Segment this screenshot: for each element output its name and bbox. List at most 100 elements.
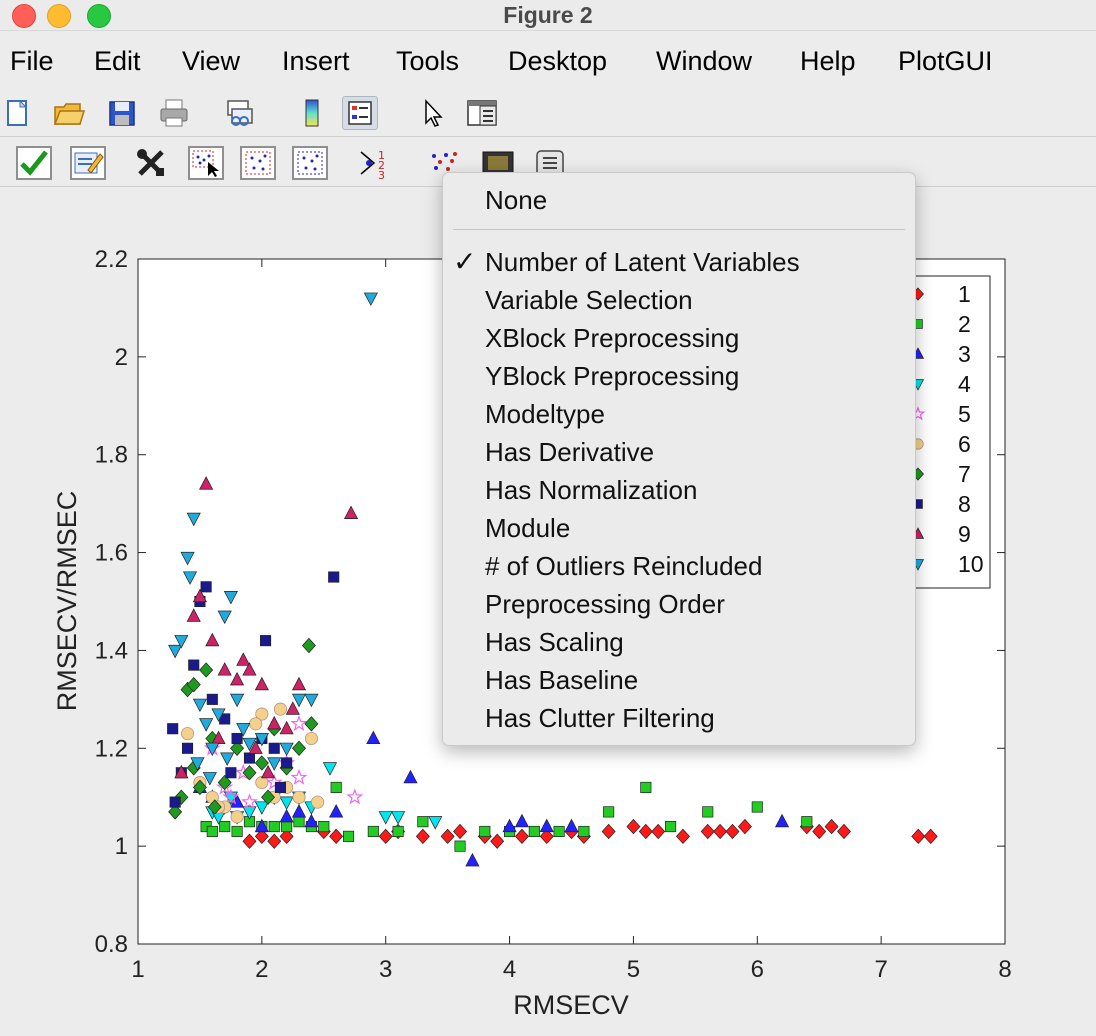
- data-point-series-8[interactable]: [260, 635, 272, 647]
- tools-icon[interactable]: [134, 146, 170, 180]
- menu-tools[interactable]: Tools: [396, 46, 459, 77]
- dropdown-item-xblock-preprocessing[interactable]: XBlock Preprocessing: [485, 323, 739, 354]
- new-figure-icon[interactable]: [0, 96, 36, 130]
- y-tick-label: 2.2: [95, 246, 128, 273]
- data-point-series-8[interactable]: [200, 581, 212, 593]
- dropdown-item-has-derivative[interactable]: Has Derivative: [485, 437, 654, 468]
- data-point-series-2[interactable]: [702, 806, 714, 818]
- data-point-series-2[interactable]: [367, 825, 379, 838]
- colorbar-icon[interactable]: [294, 96, 330, 130]
- data-point-series-6[interactable]: [273, 702, 287, 716]
- data-point-series-2[interactable]: [603, 806, 615, 818]
- x-tick-label: 6: [751, 956, 764, 983]
- sample-numbering-icon[interactable]: 123: [358, 146, 394, 180]
- data-point-series-2[interactable]: [528, 825, 540, 838]
- data-point-series-2[interactable]: [343, 830, 355, 842]
- legend-label: 5: [958, 401, 971, 427]
- print-icon[interactable]: [156, 96, 192, 130]
- x-tick-label: 3: [379, 956, 392, 983]
- data-point-series-6[interactable]: [249, 717, 263, 731]
- data-point-series-8[interactable]: [188, 659, 200, 671]
- x-tick-label: 5: [627, 956, 640, 983]
- data-point-series-2[interactable]: [293, 816, 305, 828]
- select-points-icon[interactable]: [188, 146, 224, 180]
- legend-label: 2: [958, 311, 971, 337]
- data-point-series-6[interactable]: [311, 795, 325, 809]
- y-axis-label: RMSECV/RMSEC: [52, 491, 82, 712]
- data-point-series-2[interactable]: [268, 821, 280, 833]
- data-point-series-6[interactable]: [292, 790, 306, 804]
- legend-toggle-icon[interactable]: [342, 96, 378, 130]
- dropdown-item-none[interactable]: None: [485, 185, 547, 216]
- data-point-series-2[interactable]: [640, 781, 652, 793]
- deselect-points-icon[interactable]: [292, 146, 328, 180]
- x-tick-label: 7: [874, 956, 887, 983]
- data-point-series-2[interactable]: [281, 821, 293, 833]
- data-point-series-2[interactable]: [578, 825, 590, 838]
- data-point-series-8[interactable]: [231, 732, 243, 745]
- dropdown-item-has-scaling[interactable]: Has Scaling: [485, 627, 624, 658]
- menu-view[interactable]: View: [182, 46, 240, 77]
- data-point-series-8[interactable]: [243, 752, 256, 764]
- menu-insert[interactable]: Insert: [282, 46, 350, 77]
- dropdown-item-outliers-reincluded[interactable]: # of Outliers Reincluded: [485, 551, 762, 582]
- data-point-series-8[interactable]: [181, 742, 194, 754]
- data-point-series-2[interactable]: [665, 821, 677, 833]
- dropdown-item-yblock-preprocessing[interactable]: YBlock Preprocessing: [485, 361, 739, 392]
- dropdown-item-has-clutter-filtering[interactable]: Has Clutter Filtering: [485, 703, 715, 734]
- property-editor-icon[interactable]: [464, 96, 500, 130]
- data-point-series-6[interactable]: [304, 731, 318, 746]
- pointer-icon[interactable]: [414, 96, 450, 130]
- data-point-series-2[interactable]: [479, 825, 491, 838]
- dropdown-item-has-normalization[interactable]: Has Normalization: [485, 475, 697, 506]
- data-point-series-2[interactable]: [231, 825, 243, 838]
- data-point-series-2[interactable]: [751, 801, 763, 813]
- menu-file[interactable]: File: [10, 46, 54, 77]
- save-icon[interactable]: [104, 96, 140, 130]
- dropdown-item-module[interactable]: Module: [485, 513, 570, 544]
- data-point-series-2[interactable]: [417, 816, 429, 828]
- select-region-icon[interactable]: [240, 146, 276, 180]
- legend-label: 4: [958, 371, 971, 397]
- window-title: Figure 2: [503, 2, 593, 28]
- data-point-series-8[interactable]: [169, 796, 181, 808]
- data-point-series-2[interactable]: [206, 825, 218, 838]
- data-point-series-2[interactable]: [553, 825, 565, 838]
- data-point-series-2[interactable]: [801, 816, 813, 828]
- data-point-series-2[interactable]: [330, 781, 342, 793]
- legend-label: 3: [958, 341, 971, 367]
- open-file-icon[interactable]: [50, 96, 86, 130]
- edit-data-icon[interactable]: [70, 146, 106, 180]
- menu-desktop[interactable]: Desktop: [508, 46, 607, 77]
- menu-edit[interactable]: Edit: [94, 46, 141, 77]
- dropdown-item-latent-variables[interactable]: Number of Latent Variables: [485, 247, 800, 278]
- y-tick-label: 1.8: [95, 442, 128, 469]
- dropdown-item-variable-selection[interactable]: Variable Selection: [485, 285, 693, 316]
- data-point-series-2[interactable]: [219, 821, 231, 833]
- menu-help[interactable]: Help: [800, 46, 856, 77]
- data-point-series-2[interactable]: [454, 840, 466, 852]
- y-tick-label: 1: [115, 833, 128, 860]
- data-point-series-8[interactable]: [274, 781, 286, 793]
- data-point-series-2[interactable]: [318, 821, 330, 833]
- data-point-series-6[interactable]: [181, 727, 195, 741]
- dropdown-item-preprocessing-order[interactable]: Preprocessing Order: [485, 589, 725, 620]
- link-plot-icon[interactable]: [222, 96, 258, 130]
- x-axis-label: RMSECV: [513, 990, 629, 1020]
- data-point-series-8[interactable]: [281, 757, 293, 769]
- color-by-dropdown-menu: None ✓ Number of Latent Variables Variab…: [442, 172, 916, 746]
- title-bar: Figure 2: [0, 0, 1096, 31]
- menu-window[interactable]: Window: [656, 46, 752, 77]
- data-point-series-6[interactable]: [230, 810, 244, 824]
- data-point-series-8[interactable]: [206, 693, 218, 705]
- data-point-series-8[interactable]: [167, 723, 179, 735]
- data-point-series-8[interactable]: [328, 571, 340, 583]
- dropdown-item-has-baseline[interactable]: Has Baseline: [485, 665, 638, 696]
- data-point-series-8[interactable]: [268, 742, 280, 754]
- menu-plotgui[interactable]: PlotGUI: [898, 46, 993, 77]
- y-tick-label: 0.8: [95, 931, 128, 958]
- data-point-series-8[interactable]: [225, 767, 237, 779]
- data-point-series-2[interactable]: [392, 825, 404, 838]
- dropdown-item-modeltype[interactable]: Modeltype: [485, 399, 605, 430]
- accept-check-icon[interactable]: [16, 146, 52, 180]
